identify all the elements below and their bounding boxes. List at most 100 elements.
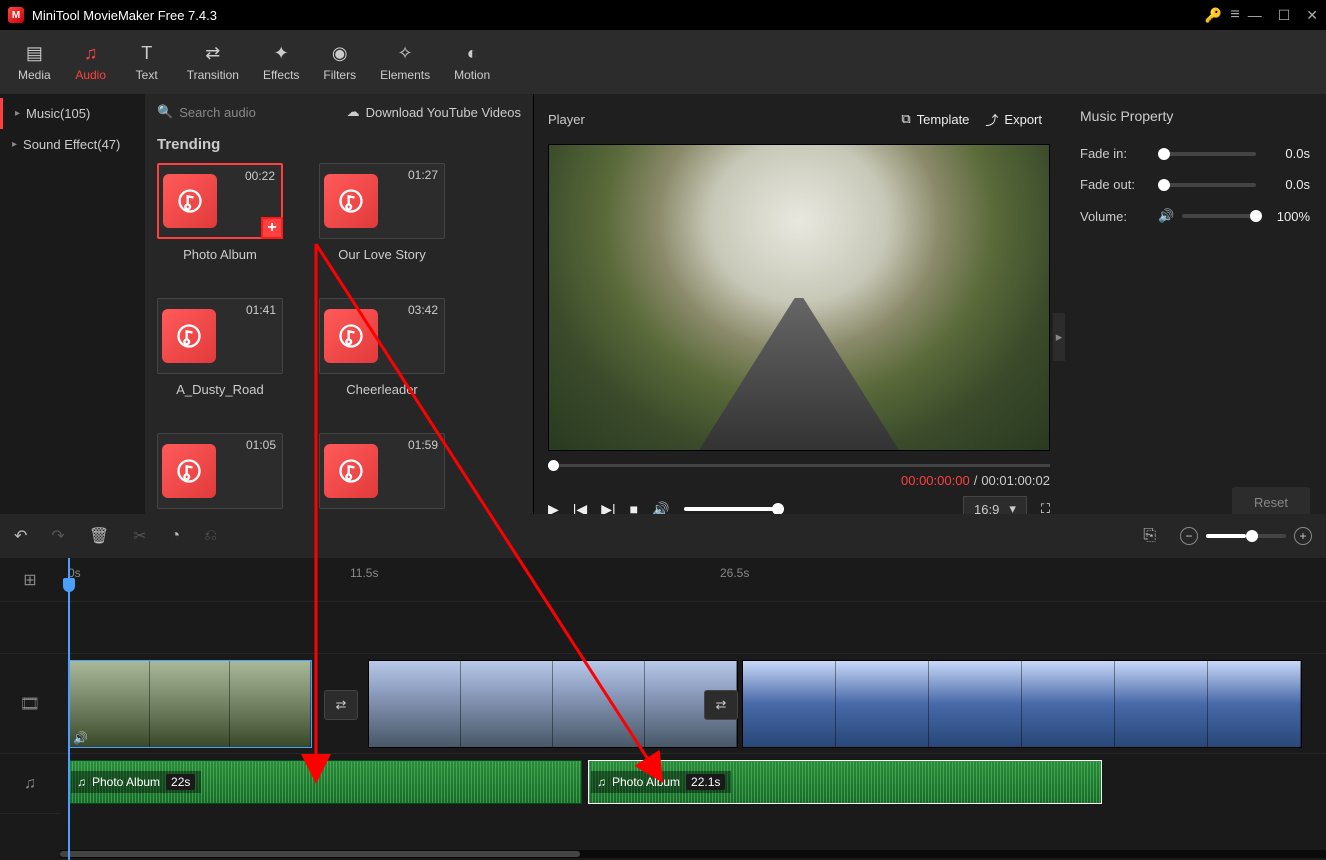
card-name: Our Love Story [319,239,445,262]
video-clip[interactable] [742,660,1302,748]
download-youtube-button[interactable]: ☁ Download YouTube Videos [347,104,521,120]
music-note-icon: ♫ [77,775,86,789]
toolbar-transition[interactable]: ⇄Transition [177,37,249,88]
music-note-icon [324,444,378,498]
filters-icon: ◉ [332,43,348,64]
music-note-icon [324,309,378,363]
ruler-tick: 11.5s [350,566,378,580]
toolbar-audio[interactable]: ♫Audio [65,37,117,88]
hamburger-menu-icon[interactable]: ≡ [1230,6,1239,24]
fade-out-value: 0.0s [1264,177,1310,192]
transition-slot[interactable]: ⇄ [324,690,358,720]
elements-icon: ✧ [398,43,413,64]
toolbar-motion[interactable]: ◐Motion [444,37,500,88]
toolbar-effects[interactable]: ✦Effects [253,37,309,88]
card-duration: 03:42 [408,303,438,317]
fade-in-slider[interactable] [1158,152,1256,156]
video-preview[interactable] [548,144,1050,451]
card-duration: 01:41 [246,303,276,317]
audio-card[interactable]: 00:22 +Photo Album [157,163,283,262]
maximize-button[interactable]: ☐ [1278,7,1291,24]
fade-in-value: 0.0s [1264,146,1310,161]
fade-in-label: Fade in: [1080,146,1150,161]
upgrade-key-icon[interactable]: 🔑 [1205,7,1222,24]
toolbar-elements[interactable]: ✧Elements [370,37,440,88]
audio-track[interactable]: ♫Photo Album22s♫Photo Album22.1s [60,754,1326,814]
effects-icon: ✦ [274,43,289,64]
volume-icon[interactable]: 🔊 [1158,208,1174,224]
main-toolbar: ▤Media♫AudioTText⇄Transition✦Effects◉Fil… [0,30,1326,94]
app-title: MiniTool MovieMaker Free 7.4.3 [32,8,1205,23]
music-note-icon: ♫ [597,775,606,789]
search-input[interactable]: 🔍 Search audio [157,104,256,120]
transition-slot[interactable]: ⇄ [704,690,738,720]
collapse-panel-button[interactable]: ▸ [1053,313,1065,361]
zoom-in-button[interactable]: + [1294,527,1312,545]
title-bar: M MiniTool MovieMaker Free 7.4.3 🔑 ≡ — ☐… [0,0,1326,30]
crop-button[interactable]: ⎌ [204,527,217,545]
motion-icon: ◐ [467,43,478,64]
volume-prop-slider[interactable] [1182,214,1256,218]
redo-button[interactable]: ↷ [51,526,64,546]
split-button[interactable]: ✂ [133,526,146,546]
player-panel: Player ⧉ Template ⤴ Export 00:00:00:00 /… [534,94,1064,532]
audio-clip-duration: 22.1s [686,774,725,790]
ruler-tick: 26.5s [720,566,749,580]
minimize-button[interactable]: — [1248,7,1262,23]
volume-value: 100% [1264,209,1310,224]
music-note-icon [163,174,217,228]
card-name: Cheerleader [319,374,445,397]
toolbar-filters[interactable]: ◉Filters [313,37,366,88]
current-time: 00:00:00:00 [901,473,970,488]
volume-slider[interactable] [684,507,784,511]
zoom-out-button[interactable]: − [1180,527,1198,545]
toolbar-media[interactable]: ▤Media [8,37,61,88]
audio-card[interactable]: 01:41A_Dusty_Road [157,298,283,397]
sidenav-item[interactable]: Sound Effect(47) [0,129,145,160]
video-clip[interactable] [368,660,738,748]
timeline-scrollbar[interactable] [60,850,1326,858]
search-placeholder: Search audio [179,105,256,120]
audio-card[interactable]: 01:27 Our Love Story [319,163,445,262]
speed-button[interactable]: ◔ [171,527,181,545]
add-track-button[interactable]: ⊞ [0,558,60,602]
card-duration: 01:27 [408,168,438,182]
transition-icon: ⇄ [205,43,220,64]
download-label: Download YouTube Videos [366,105,521,120]
music-note-icon [162,309,216,363]
close-button[interactable]: ✕ [1306,7,1318,24]
playhead[interactable] [68,558,70,860]
property-title: Music Property [1080,108,1310,124]
template-button[interactable]: ⧉ Template [893,107,977,131]
property-panel: Music Property Fade in: 0.0s Fade out: 0… [1064,94,1326,532]
volume-label: Volume: [1080,209,1150,224]
library-nav: Music(105)Sound Effect(47) [0,94,145,532]
time-ruler[interactable]: 0s11.5s26.5s [60,558,1326,602]
delete-button[interactable]: 🗑 [89,526,109,546]
template-icon: ⧉ [901,111,910,127]
library-panel: Music(105)Sound Effect(47) 🔍 Search audi… [0,94,534,532]
sidenav-item[interactable]: Music(105) [0,98,145,129]
undo-button[interactable]: ↶ [14,526,27,546]
timeline-panel: ↶ ↷ 🗑 ✂ ◔ ⎌ ⎘ − + ⊞ 🎞 ♫ 0s11.5s26.5s 🔊 ⇄ [0,514,1326,860]
total-time: 00:01:00:02 [981,473,1050,488]
export-button[interactable]: ⤴ Export [977,106,1050,133]
zoom-slider[interactable] [1206,534,1286,538]
audio-card[interactable]: 03:42 Cheerleader [319,298,445,397]
video-clip[interactable]: 🔊 [68,660,312,748]
fit-timeline-button[interactable]: ⎘ [1143,527,1156,545]
audio-clip[interactable]: ♫Photo Album22.1s [588,760,1102,804]
search-icon: 🔍 [157,104,173,120]
card-duration: 00:22 [245,169,275,183]
fade-out-slider[interactable] [1158,183,1256,187]
video-track[interactable]: 🔊 ⇄ ⇄ [60,654,1326,754]
seek-bar[interactable] [548,461,1050,469]
card-name: Photo Album [157,239,283,262]
audio-clip[interactable]: ♫Photo Album22s [68,760,582,804]
toolbar-text[interactable]: TText [121,37,173,88]
cloud-download-icon: ☁ [347,104,360,120]
add-to-timeline-button[interactable]: + [261,217,283,239]
export-icon: ⤴ [985,110,998,129]
music-note-icon [324,174,378,228]
card-duration: 01:59 [408,438,438,452]
